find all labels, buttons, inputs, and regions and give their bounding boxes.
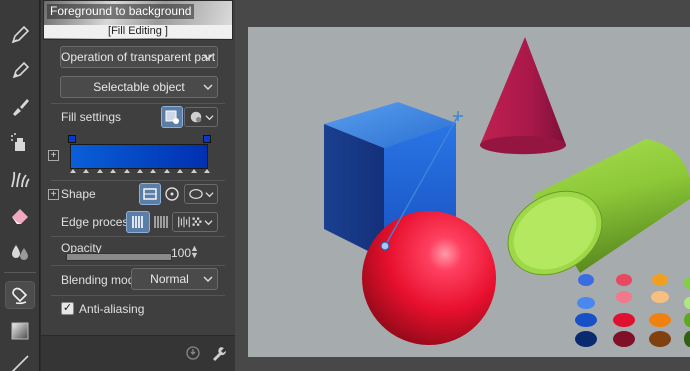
edge-pattern-icon [154, 216, 168, 228]
edge-none-button[interactable] [126, 211, 150, 233]
panel-footer [41, 335, 235, 371]
edge-more-dropdown[interactable] [172, 212, 218, 232]
shape-label: Shape [61, 187, 96, 201]
dither-icon [192, 217, 202, 226]
pen-tool-icon[interactable] [6, 22, 34, 48]
anti-aliasing-checkbox[interactable]: ✓ [61, 302, 74, 315]
line-tool-icon[interactable] [6, 350, 34, 371]
gradient-tick [96, 169, 103, 173]
divider [51, 295, 225, 296]
wrench-icon[interactable] [209, 343, 229, 363]
blending-mode-label: Blending mode [61, 273, 142, 287]
shape-more-dropdown[interactable] [184, 184, 218, 204]
fill-tool-icon[interactable] [5, 281, 35, 309]
shape-rectangle-button[interactable] [139, 183, 161, 205]
circle-icon [165, 187, 179, 201]
divider [51, 236, 225, 237]
edge-process-label: Edge process [61, 215, 135, 229]
edge-stripes-button[interactable] [150, 212, 172, 232]
chevron-down-icon [204, 114, 214, 120]
sub-tool-caption: [Fill Editing ] [44, 25, 232, 38]
opacity-spinner[interactable]: ▲ ▼ [190, 244, 199, 260]
gradient-tick [150, 169, 157, 173]
anti-aliasing-label: Anti-aliasing [79, 302, 145, 316]
opacity-slider[interactable] [66, 253, 172, 261]
tool-separator [4, 272, 36, 273]
fill-layer-button[interactable] [161, 106, 183, 128]
airbrush-tool-icon[interactable] [6, 130, 34, 156]
blending-mode-value: Normal [150, 272, 189, 286]
eraser-tool-icon[interactable] [6, 202, 34, 228]
opacity-value[interactable]: 100 [171, 246, 191, 260]
canvas[interactable] [248, 27, 690, 357]
decoration-tool-icon[interactable] [6, 166, 34, 192]
chevron-down-icon [203, 54, 213, 60]
edge-pattern-icon [132, 216, 143, 228]
chevron-down-icon [204, 191, 214, 197]
chevron-down-icon [204, 219, 213, 225]
rectangle-icon [143, 188, 157, 200]
opacity-slider-fill [67, 254, 171, 260]
expand-shape-button[interactable]: + [48, 189, 59, 200]
gradient-preview-bar[interactable] [70, 144, 208, 169]
chevron-down-icon [203, 276, 213, 282]
gradient-tick [83, 169, 90, 173]
color-swatches [575, 274, 690, 347]
edge-pattern-icon [178, 216, 190, 228]
blend-tool-icon[interactable] [6, 238, 34, 264]
gradient-tick [204, 169, 210, 173]
gradient-tick [123, 169, 130, 173]
divider [51, 103, 225, 104]
pencil-tool-icon[interactable] [6, 58, 34, 84]
fill-mode-dropdown[interactable] [184, 107, 218, 127]
gradient-tick [190, 169, 197, 173]
ellipse-icon [188, 189, 203, 199]
divider [51, 265, 225, 266]
canvas-area[interactable] [235, 0, 690, 371]
gradient-tick [177, 169, 184, 173]
brush-tool-icon[interactable] [6, 94, 34, 120]
gradient-tick [70, 169, 76, 173]
chevron-down-icon [203, 84, 213, 90]
target-value: Selectable object [93, 80, 185, 94]
operation-value: Operation of transparent part [61, 50, 216, 64]
gradient-tick [110, 169, 117, 173]
sub-tool-preview: Foreground to background [Fill Editing ] [43, 0, 233, 40]
gradient-tool-icon[interactable] [6, 318, 34, 344]
target-dropdown[interactable]: Selectable object [60, 76, 218, 98]
divider [51, 180, 225, 181]
shape-circle-button[interactable] [162, 184, 182, 204]
gradient-start-stop[interactable] [68, 135, 76, 143]
gradient-tick [137, 169, 143, 173]
reset-icon[interactable] [183, 343, 203, 363]
fill-settings-label: Fill settings [61, 110, 122, 124]
canvas-artwork [324, 37, 690, 347]
gradient-end-stop[interactable] [203, 135, 211, 143]
sub-tool-name: Foreground to background [47, 4, 195, 19]
fill-mode-icon [190, 111, 201, 123]
layer-icon [165, 110, 179, 124]
expand-gradient-button[interactable]: + [48, 150, 59, 161]
operation-dropdown[interactable]: Operation of transparent part [60, 46, 218, 68]
tool-bar [0, 0, 40, 371]
gradient-tick [163, 169, 170, 173]
blending-mode-dropdown[interactable]: Normal [131, 268, 218, 290]
